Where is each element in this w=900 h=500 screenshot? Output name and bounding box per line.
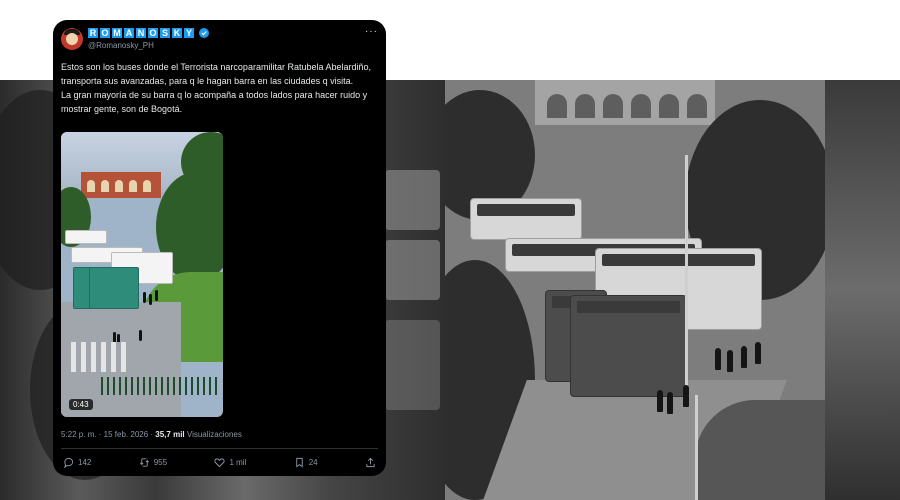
bookmark-count: 24 [308,458,318,467]
more-icon[interactable]: ··· [365,26,378,37]
timestamp[interactable]: 5:22 p. m. · 15 feb. 2026 · [61,430,155,439]
tweet-meta: 5:22 p. m. · 15 feb. 2026 · 35,7 mil Vis… [61,430,242,439]
tweet-paragraph: La gran mayoría de su barra q lo acompañ… [61,90,368,114]
repost-count: 955 [153,458,168,467]
views-label: Visualizaciones [186,430,242,439]
like-button[interactable]: 1 mil [214,457,246,468]
background-edge-photo [825,80,900,500]
background-bus-photo [445,80,825,500]
name-letter: O [100,28,110,38]
person-shape [727,350,733,372]
avatar[interactable] [61,28,83,50]
name-letter: K [172,28,182,38]
repost-icon [139,458,149,467]
like-count: 1 mil [229,458,247,467]
building-shape [535,80,715,125]
tweet-paragraph: Estos son los buses donde el Terrorista … [61,62,372,86]
reply-icon [64,457,74,468]
name-letter: N [136,28,146,38]
video-duration-badge: 0:43 [69,399,93,410]
bookmark-button[interactable]: 24 [294,457,318,468]
bookmark-icon [295,457,303,468]
name-letter: R [88,28,98,38]
bus-shape [385,320,440,410]
person-shape [657,390,663,412]
views-count: 35,7 mil [155,430,185,439]
bus-shape [570,295,687,397]
person-shape [715,348,721,370]
bus-shape [470,198,582,240]
name-letter: M [112,28,122,38]
tweet-card[interactable]: R O M A N O S K Y @Romanosky_PH ··· Esto… [53,20,386,476]
bus-shape [385,170,440,230]
tweet-text: Estos son los buses donde el Terrorista … [61,60,379,116]
lawn-shape [695,400,825,500]
person-shape [741,346,747,368]
user-handle[interactable]: @Romanosky_PH [88,41,154,50]
person-shape [667,392,673,414]
action-bar: 142 955 1 mil 24 [63,457,376,468]
name-letter: Y [184,28,194,38]
sign-post [695,395,698,500]
divider [61,448,378,449]
repost-button[interactable]: 955 [139,457,167,468]
name-letter: S [160,28,170,38]
share-icon [366,457,375,468]
reply-count: 142 [78,458,92,467]
name-letter: A [124,28,134,38]
name-letter: O [148,28,158,38]
bus-shape [385,240,440,300]
share-button[interactable] [365,457,376,468]
person-shape [755,342,761,364]
person-shape [683,385,689,407]
reply-button[interactable]: 142 [63,457,91,468]
video-thumbnail[interactable]: 0:43 [61,132,223,417]
lamp-post [685,155,688,395]
heart-icon [214,458,226,468]
display-name[interactable]: R O M A N O S K Y [88,28,209,38]
verified-badge-icon [199,28,209,38]
